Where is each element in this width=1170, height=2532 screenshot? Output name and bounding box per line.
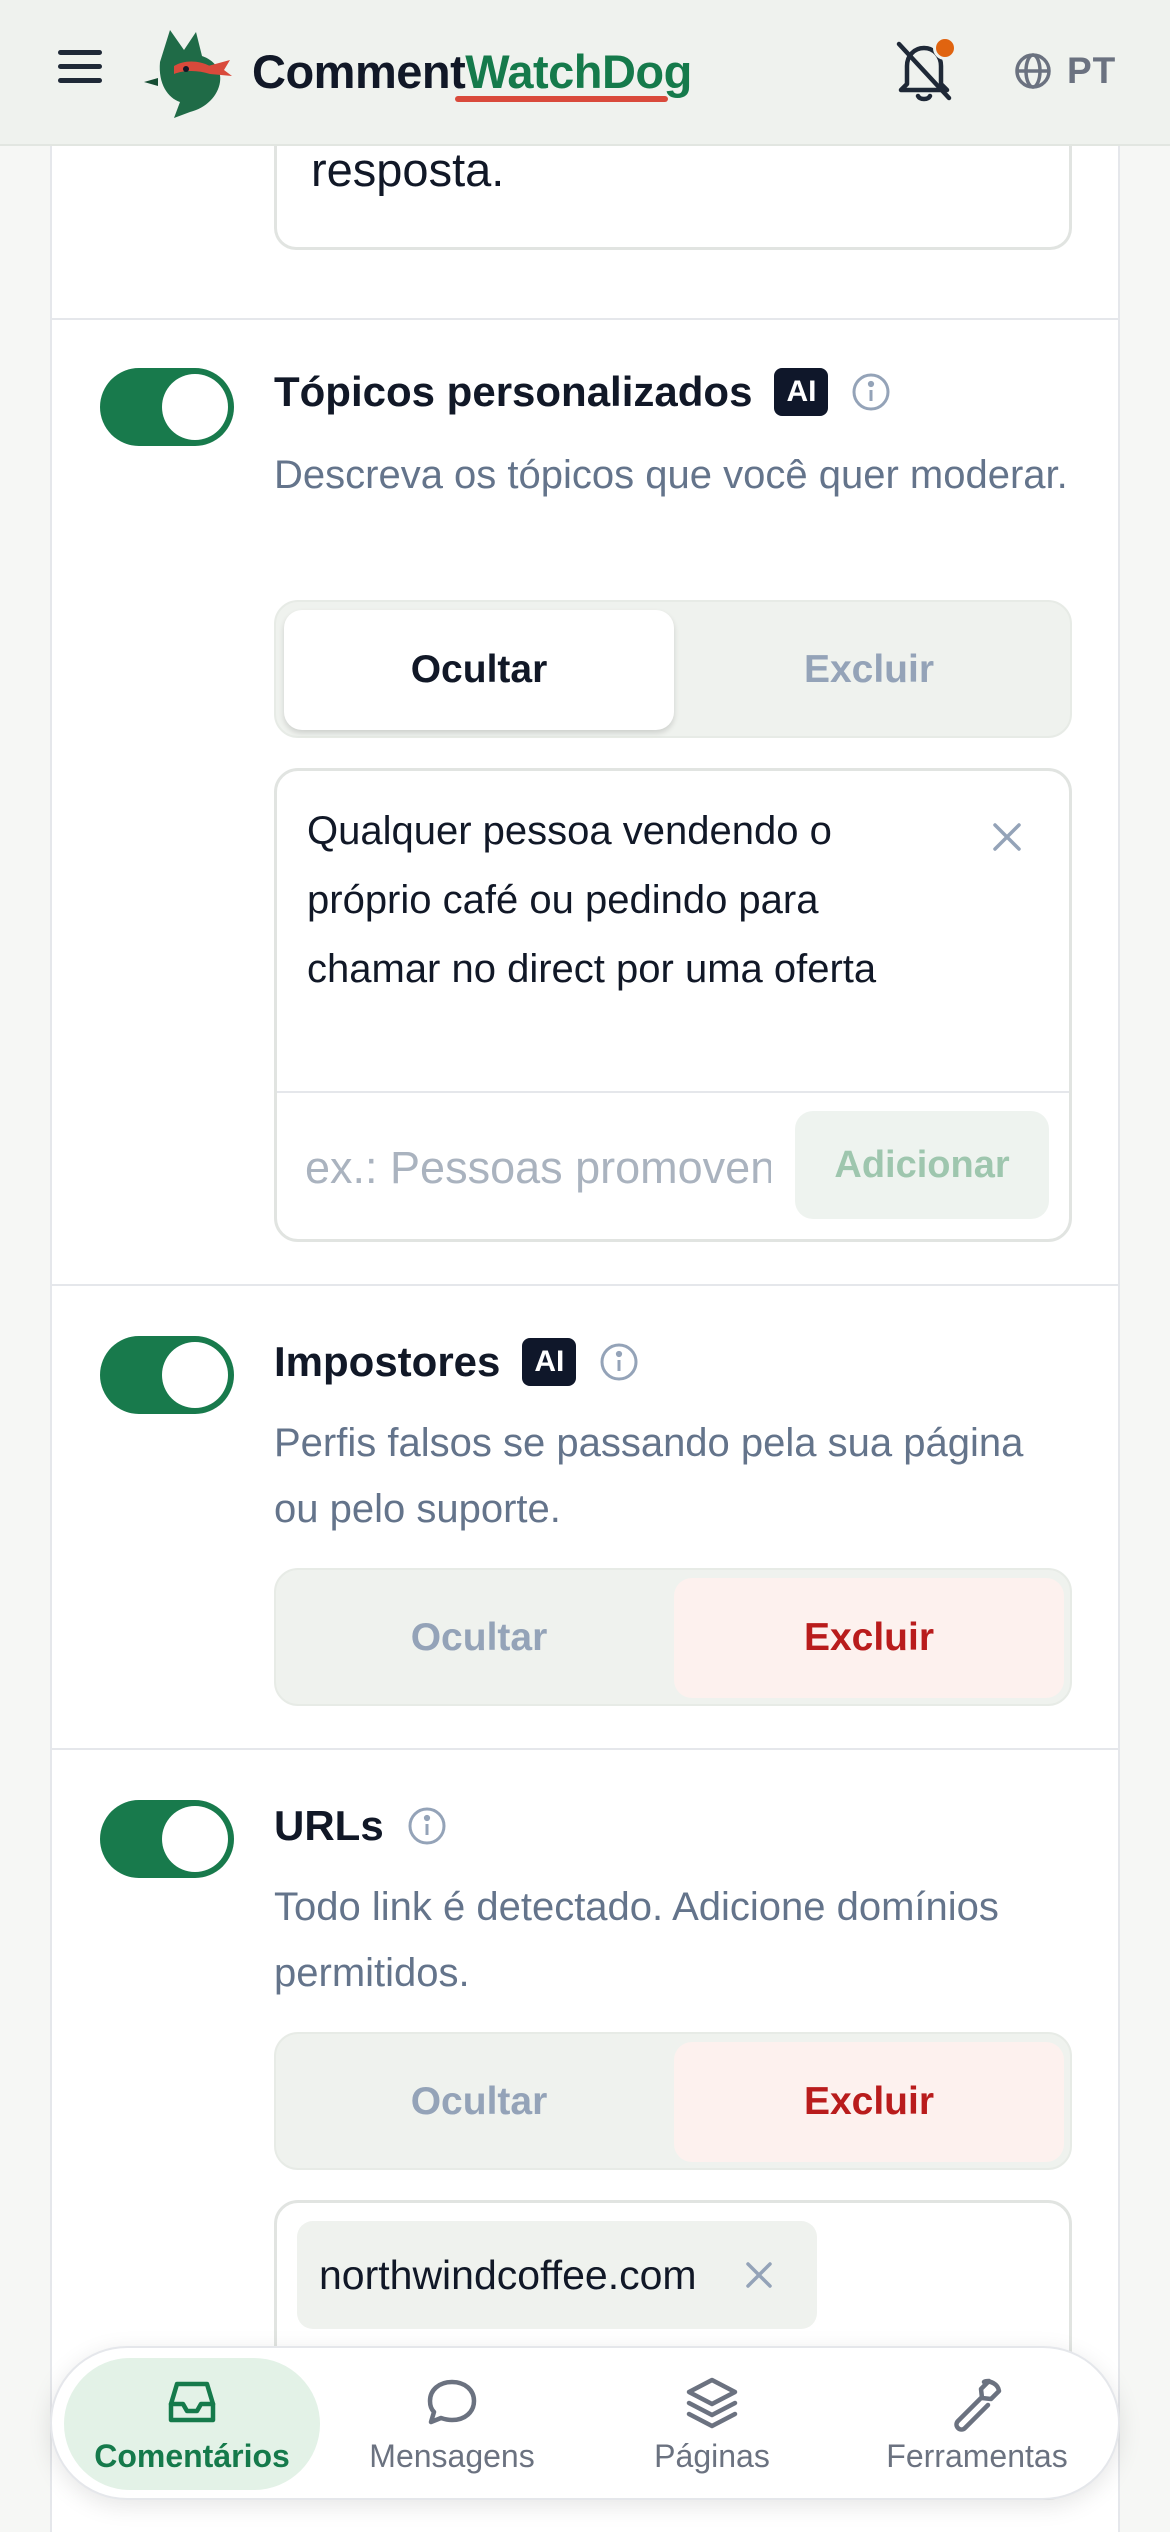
info-icon[interactable] — [598, 1341, 640, 1383]
urls-description: Todo link é detectado. Adicione domínios… — [274, 1885, 999, 1995]
toggle-knob — [162, 374, 228, 440]
close-icon[interactable] — [741, 2257, 777, 2293]
language-switcher[interactable]: PT — [1013, 46, 1116, 96]
custom-topics-action-selector: Ocultar Excluir — [274, 600, 1072, 738]
urls-toggle[interactable] — [100, 1800, 234, 1878]
hide-option[interactable]: Ocultar — [284, 610, 674, 730]
nav-label: Ferramentas — [886, 2437, 1068, 2474]
wrench-icon — [954, 2378, 1002, 2432]
hide-option[interactable]: Ocultar — [284, 2042, 674, 2162]
menu-icon[interactable] — [52, 50, 108, 96]
dog-logo — [144, 30, 232, 118]
custom-topics-description: Descreva os tópicos que você quer modera… — [274, 453, 1068, 497]
delete-option[interactable]: Excluir — [674, 610, 1064, 730]
impostors-title: Impostores — [274, 1338, 501, 1385]
brand-underline — [455, 96, 668, 102]
ai-badge: AI — [774, 368, 829, 416]
info-icon[interactable] — [406, 1805, 448, 1847]
bottom-navigation: Comentários Mensagens Páginas Ferramenta… — [50, 2346, 1120, 2500]
urls-header: URLs — [274, 1802, 448, 1850]
nav-item-mensagens[interactable]: Mensagens — [324, 2358, 580, 2490]
domain-chip: northwindcoffee.com — [297, 2221, 817, 2329]
nav-item-ferramentas[interactable]: Ferramentas — [844, 2358, 1110, 2490]
urls-action-selector: Ocultar Excluir — [274, 2032, 1072, 2170]
globe-icon — [1015, 53, 1051, 89]
language-code: PT — [1067, 50, 1117, 91]
custom-topics-box: Qualquer pessoa vendendo o próprio café … — [274, 768, 1072, 1242]
nav-label: Comentários — [94, 2437, 290, 2474]
section-divider — [52, 1284, 1118, 1286]
topic-separator — [277, 1091, 1069, 1093]
section-divider — [52, 1748, 1118, 1750]
delete-option[interactable]: Excluir — [674, 2042, 1064, 2162]
ai-badge: AI — [522, 1338, 577, 1386]
chat-bubble-icon — [427, 2379, 477, 2424]
topic-item: Qualquer pessoa vendendo o próprio café … — [307, 809, 877, 991]
impostors-header: Impostores AI — [274, 1338, 640, 1386]
brand-name: CommentWatchDog — [252, 44, 692, 99]
nav-item-comentarios[interactable]: Comentários — [64, 2358, 320, 2490]
delete-option[interactable]: Excluir — [674, 1578, 1064, 1698]
nav-label: Mensagens — [369, 2437, 535, 2474]
inbox-icon — [168, 2381, 216, 2422]
impostors-action-selector: Ocultar Excluir — [274, 1568, 1072, 1706]
brand-name-part1: Comment — [252, 45, 466, 98]
urls-title: URLs — [274, 1802, 384, 1849]
brand-name-part2: WatchDog — [465, 45, 692, 98]
toggle-knob — [162, 1806, 228, 1872]
nav-label: Páginas — [654, 2437, 770, 2474]
layers-icon — [686, 2377, 738, 2428]
nav-item-paginas[interactable]: Páginas — [584, 2358, 840, 2490]
custom-topics-header: Tópicos personalizados AI — [274, 368, 892, 416]
notification-dot — [933, 36, 957, 60]
hide-option[interactable]: Ocultar — [284, 1578, 674, 1698]
moderation-rules-card: resposta. Tópicos personalizados AI Desc… — [50, 126, 1120, 2532]
impostors-toggle[interactable] — [100, 1336, 234, 1414]
section-divider — [52, 318, 1118, 320]
custom-topics-toggle[interactable] — [100, 368, 234, 446]
info-icon[interactable] — [850, 371, 892, 413]
add-topic-button[interactable]: Adicionar — [795, 1111, 1049, 1219]
domain-chip-label: northwindcoffee.com — [319, 2251, 697, 2298]
top-app-bar: CommentWatchDog PT — [0, 0, 1170, 146]
close-icon[interactable] — [987, 817, 1027, 857]
topic-input[interactable] — [305, 1111, 771, 1225]
previous-reply-text: resposta. — [311, 143, 505, 196]
custom-topics-title: Tópicos personalizados — [274, 368, 753, 415]
impostors-description: Perfis falsos se passando pela sua págin… — [274, 1421, 1024, 1531]
toggle-knob — [162, 1342, 228, 1408]
